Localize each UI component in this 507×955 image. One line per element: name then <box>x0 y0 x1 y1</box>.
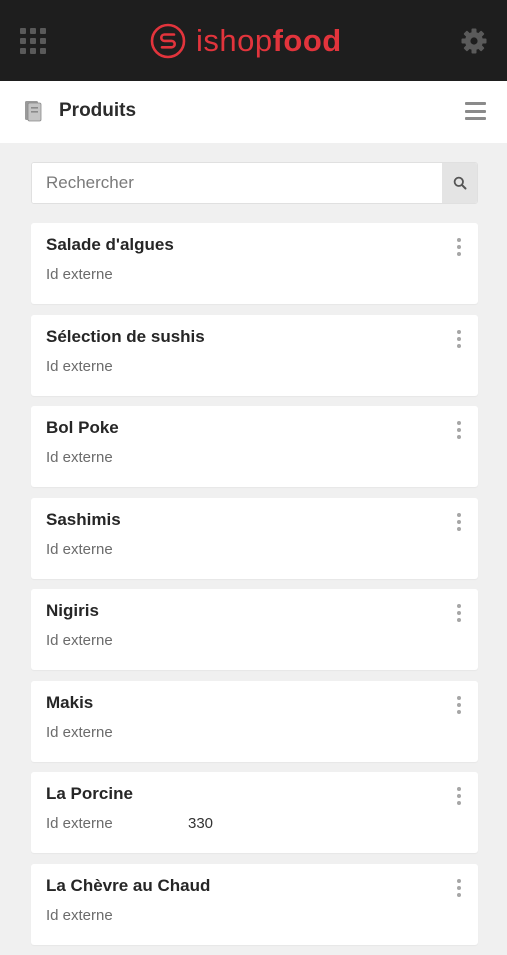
external-id-label: Id externe <box>46 540 113 558</box>
product-name: Salade d'algues <box>46 235 174 254</box>
top-bar: ishopfood <box>0 0 507 81</box>
brand-name-bold: food <box>272 23 342 58</box>
kebab-menu-icon[interactable] <box>454 238 464 260</box>
product-card[interactable]: Salade d'algues Id externe <box>31 223 478 304</box>
external-id-label: Id externe <box>46 906 113 924</box>
ishopfood-logo-icon <box>150 23 186 59</box>
external-id-label: Id externe <box>46 449 113 466</box>
external-id-value: 330 <box>188 815 214 832</box>
kebab-menu-icon[interactable] <box>454 787 464 809</box>
product-name: Sélection de sushis <box>46 326 205 346</box>
kebab-menu-icon[interactable] <box>454 329 464 352</box>
search-button[interactable] <box>442 163 477 203</box>
product-card[interactable]: Nigiris Id externe <box>31 589 478 670</box>
external-id-label: Id externe <box>46 266 113 283</box>
product-name: Makis <box>46 692 94 712</box>
product-list: Salade d'algues Id externe Sélection de … <box>31 223 478 955</box>
kebab-menu-icon[interactable] <box>454 512 464 535</box>
product-card[interactable]: Sélection de sushis Id externe <box>31 314 478 396</box>
product-name: Nigiris <box>46 601 99 620</box>
hamburger-icon[interactable] <box>465 102 486 120</box>
product-card[interactable]: Sashimis Id externe <box>31 497 478 579</box>
gear-icon[interactable] <box>460 27 488 55</box>
product-card[interactable]: La Chèvre au Chaud Id externe <box>31 863 478 945</box>
product-name: Sashimis <box>46 509 121 529</box>
external-id-label: Id externe <box>46 357 113 375</box>
kebab-menu-icon[interactable] <box>454 604 464 626</box>
page-title: Produits <box>59 100 137 121</box>
brand-name-light: ishop <box>196 23 273 58</box>
kebab-menu-icon[interactable] <box>454 695 464 718</box>
search-input[interactable] <box>32 163 442 203</box>
product-name: La Chèvre au Chaud <box>46 875 211 895</box>
brand-logo: ishopfood <box>150 22 342 60</box>
document-icon <box>25 101 42 122</box>
product-card[interactable]: Makis Id externe <box>31 680 478 762</box>
product-card[interactable]: Bol Poke Id externe <box>31 406 478 487</box>
kebab-menu-icon[interactable] <box>454 421 464 443</box>
external-id-label: Id externe <box>46 632 113 649</box>
grid-icon[interactable] <box>20 28 46 54</box>
search-icon <box>453 176 466 190</box>
product-name: Bol Poke <box>46 418 119 437</box>
product-name: La Porcine <box>46 784 133 803</box>
search-bar <box>31 162 478 204</box>
kebab-menu-icon[interactable] <box>454 878 464 901</box>
external-id-label: Id externe <box>46 723 113 741</box>
brand-name: ishopfood <box>196 23 342 59</box>
product-card[interactable]: La Porcine Id externe 330 <box>31 772 478 853</box>
external-id-label: Id externe <box>46 815 113 832</box>
